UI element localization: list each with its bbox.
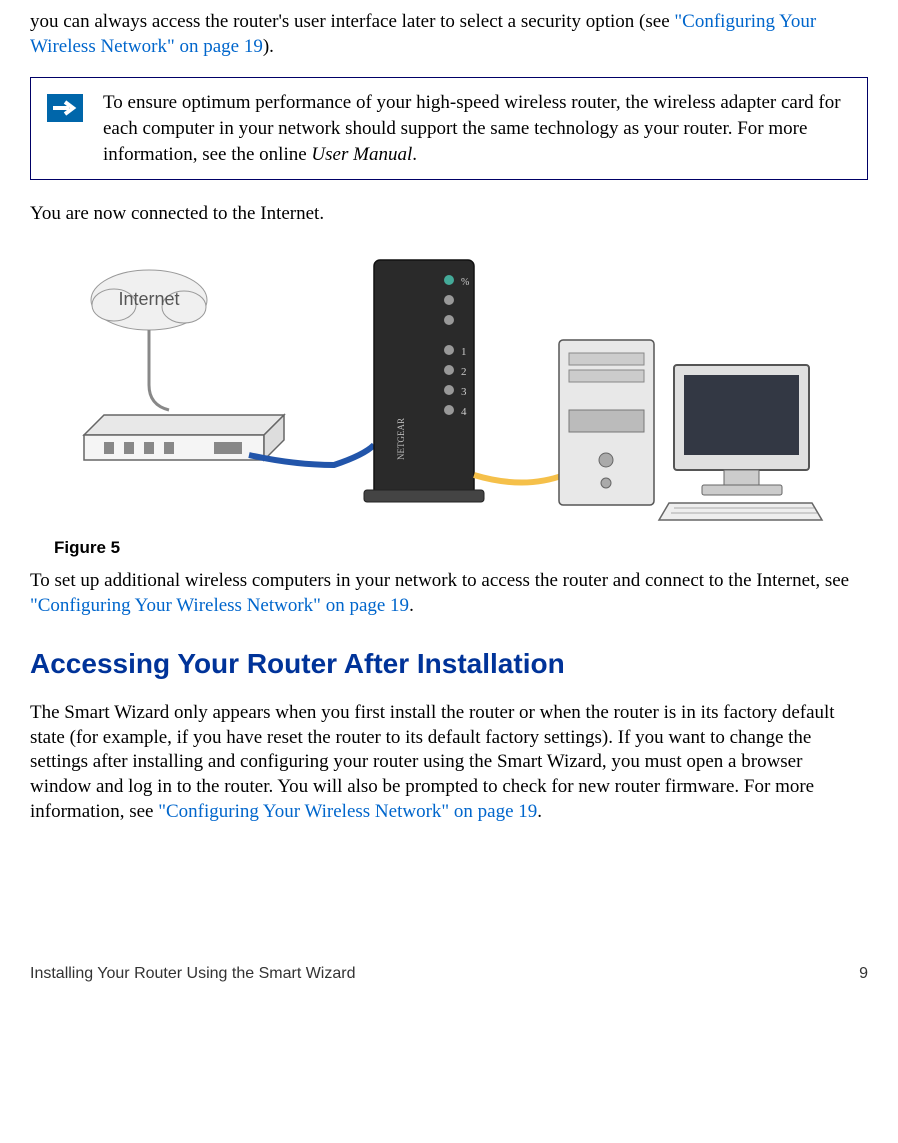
footer: Installing Your Router Using the Smart W… [30,964,868,1005]
setup-text-after: . [409,595,414,616]
footer-left: Installing Your Router Using the Smart W… [30,964,355,985]
setup-paragraph: To set up additional wireless computers … [30,569,868,618]
svg-text:2: 2 [461,366,467,378]
note-text-after: . [412,144,417,165]
setup-text-before: To set up additional wireless computers … [30,570,849,591]
section-heading: Accessing Your Router After Installation [30,646,868,682]
figure-image: Internet % [54,245,824,525]
body-paragraph: The Smart Wizard only appears when you f… [30,701,868,824]
keyboard-icon [659,503,822,520]
svg-text:NETGEAR: NETGEAR [396,418,406,460]
svg-text:%: % [461,277,469,288]
note-text-before: To ensure optimum performance of your hi… [103,92,841,164]
body-link[interactable]: "Configuring Your Wireless Network" on p… [158,801,537,822]
intro-text-after: ). [263,36,274,57]
router-icon: % 1 2 3 4 NETGEAR [364,260,484,502]
figure-caption: Figure 5 [54,537,868,559]
arrow-icon [47,94,83,130]
figure-container: Internet % [54,245,868,559]
svg-text:1: 1 [461,346,467,358]
note-text: To ensure optimum performance of your hi… [103,90,851,167]
footer-page-number: 9 [859,964,868,985]
svg-text:3: 3 [461,386,467,398]
setup-link[interactable]: "Configuring Your Wireless Network" on p… [30,595,409,616]
note-italic: User Manual [311,144,412,165]
internet-label: Internet [118,289,179,309]
connected-text: You are now connected to the Internet. [30,202,868,227]
intro-paragraph: you can always access the router's user … [30,10,868,59]
pc-tower-icon [559,340,654,505]
note-box: To ensure optimum performance of your hi… [30,77,868,180]
body-text-after: . [537,801,542,822]
monitor-icon [674,365,809,495]
svg-text:4: 4 [461,406,467,418]
intro-text-before: you can always access the router's user … [30,11,674,32]
